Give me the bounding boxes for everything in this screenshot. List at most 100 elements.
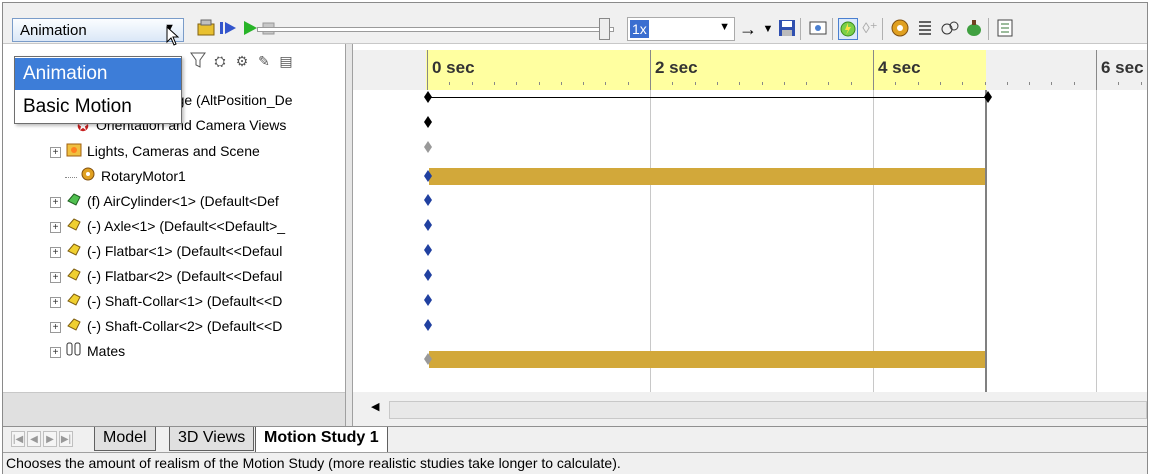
key-point[interactable]	[424, 170, 432, 182]
timeline-horizontal-scrollbar[interactable]: ◀	[353, 392, 1147, 426]
tree-row-lights[interactable]: + Lights, Cameras and Scene	[50, 139, 260, 163]
dropdown-option-animation[interactable]: Animation	[15, 58, 181, 90]
spring-icon[interactable]	[915, 18, 935, 40]
minor-tick	[940, 82, 941, 85]
tree-row-label: (-) Axle<1> (Default<<Default>_	[87, 218, 286, 234]
tree-row-shaft-collar-1[interactable]: + (-) Shaft-Collar<1> (Default<<D	[50, 289, 282, 313]
gravity-icon[interactable]	[964, 18, 984, 40]
filter-driving-icon[interactable]: ⚙	[232, 50, 252, 72]
animation-wizard-icon[interactable]	[808, 18, 828, 40]
mates-bar[interactable]	[429, 351, 985, 368]
minor-tick	[895, 82, 896, 85]
chevron-down-icon: ▼	[719, 21, 730, 33]
tree-row-shaft-collar-2[interactable]: + (-) Shaft-Collar<2> (Default<<D	[50, 314, 282, 338]
next-tab-icon[interactable]: ▶	[43, 431, 57, 447]
part-icon	[65, 265, 83, 289]
timeline-slider-thumb[interactable]	[599, 18, 610, 40]
tree-row-label: (-) Flatbar<2> (Default<<Defaul	[87, 268, 283, 284]
gridline	[873, 90, 874, 392]
tree-row-flatbar-1[interactable]: + (-) Flatbar<1> (Default<<Defaul	[50, 239, 282, 263]
mates-icon	[65, 340, 83, 364]
filter-results-icon[interactable]: ▤	[276, 50, 296, 72]
tree-row-rotary-motor[interactable]: RotaryMotor1	[65, 164, 186, 188]
minor-tick	[449, 82, 450, 85]
study-type-select[interactable]: Animation ▼	[12, 18, 184, 42]
status-bar: Chooses the amount of realism of the Mot…	[3, 452, 1147, 474]
minor-tick	[516, 82, 517, 85]
minor-tick	[1141, 82, 1142, 85]
timeline-ruler[interactable]: 0 sec 2 sec 4 sec 6 sec	[353, 50, 1147, 90]
tab-model[interactable]: Model	[94, 427, 156, 451]
timeline-slider[interactable]	[257, 27, 614, 32]
gridline	[1096, 90, 1097, 392]
first-tab-icon[interactable]: |◀	[11, 431, 25, 447]
key-point[interactable]	[424, 91, 432, 103]
key-point[interactable]	[424, 141, 432, 153]
rotary-motor-icon	[79, 165, 97, 189]
key-point[interactable]	[424, 294, 432, 306]
filter-selected-icon[interactable]: ✎	[254, 50, 274, 72]
expand-plus-icon[interactable]: +	[50, 346, 61, 358]
tree-row-aircylinder[interactable]: + (f) AirCylinder<1> (Default<Def	[50, 189, 279, 213]
minor-tick	[539, 82, 540, 85]
rotary-motor-bar[interactable]	[429, 168, 985, 185]
key-point[interactable]	[424, 116, 432, 128]
arrow-right-icon[interactable]: →	[738, 18, 758, 40]
pane-splitter[interactable]	[345, 44, 353, 426]
expand-plus-icon[interactable]: +	[50, 246, 61, 258]
key-point[interactable]	[424, 319, 432, 331]
tick-label-2: 2 sec	[655, 58, 698, 77]
expand-plus-icon[interactable]: +	[50, 146, 61, 158]
key-point[interactable]	[424, 194, 432, 206]
key-point[interactable]	[424, 269, 432, 281]
toolbar-separator	[988, 18, 989, 40]
dropdown-option-basic-motion[interactable]: Basic Motion	[15, 91, 181, 123]
key-point[interactable]	[424, 353, 432, 365]
tree-row-label: Lights, Cameras and Scene	[87, 143, 260, 159]
tree-row-label: (-) Shaft-Collar<2> (Default<<D	[87, 318, 283, 334]
key-point[interactable]	[424, 219, 432, 231]
chevron-down-icon[interactable]: ▼	[758, 18, 778, 40]
minor-tick	[1118, 82, 1119, 85]
tab-3d-views[interactable]: 3D Views	[169, 427, 255, 451]
filter-icon[interactable]	[188, 50, 208, 72]
timeline-area[interactable]: 0 sec 2 sec 4 sec 6 sec	[353, 44, 1147, 392]
expand-plus-icon[interactable]: +	[50, 196, 61, 208]
add-key-icon[interactable]: ◊⁺	[860, 18, 880, 40]
tab-motion-study-1[interactable]: Motion Study 1	[255, 427, 388, 453]
filter-animated-icon[interactable]: ⛭	[210, 50, 230, 72]
scrollbar-track[interactable]	[389, 401, 1147, 419]
tree-row-mates[interactable]: + Mates	[50, 339, 125, 363]
tree-row-label: RotaryMotor1	[101, 168, 186, 184]
expand-plus-icon[interactable]: +	[50, 271, 61, 283]
results-icon[interactable]	[995, 18, 1015, 40]
last-tab-icon[interactable]: ▶|	[59, 431, 73, 447]
motor-icon[interactable]	[890, 18, 910, 40]
playback-speed-select[interactable]: 1x ▼	[627, 17, 735, 41]
playback-speed-value: 1x	[630, 20, 649, 38]
minor-tick	[1007, 82, 1008, 85]
minor-tick	[851, 82, 852, 85]
expand-plus-icon[interactable]: +	[50, 221, 61, 233]
contact-icon[interactable]	[940, 18, 960, 40]
tick-label-4: 4 sec	[878, 58, 921, 77]
toolbar-separator	[882, 18, 883, 40]
timeline-end-marker[interactable]	[985, 90, 987, 392]
play-from-start-icon[interactable]	[218, 18, 238, 40]
minor-tick	[762, 82, 763, 85]
tree-row-axle[interactable]: + (-) Axle<1> (Default<<Default>_	[50, 214, 285, 238]
save-animation-icon[interactable]	[777, 18, 797, 40]
scroll-left-icon[interactable]: ◀	[371, 400, 379, 413]
autokey-icon[interactable]	[838, 18, 858, 40]
expand-plus-icon[interactable]: +	[50, 321, 61, 333]
calculate-icon[interactable]	[196, 18, 216, 40]
key-point[interactable]	[984, 91, 992, 103]
tree-footer	[3, 392, 345, 427]
previous-tab-icon[interactable]: ◀	[27, 431, 41, 447]
expand-plus-icon[interactable]: +	[50, 296, 61, 308]
tree-row-flatbar-2[interactable]: + (-) Flatbar<2> (Default<<Defaul	[50, 264, 282, 288]
key-point[interactable]	[424, 244, 432, 256]
part-icon	[65, 315, 83, 339]
minor-tick	[717, 82, 718, 85]
mouse-cursor-icon	[166, 25, 180, 51]
